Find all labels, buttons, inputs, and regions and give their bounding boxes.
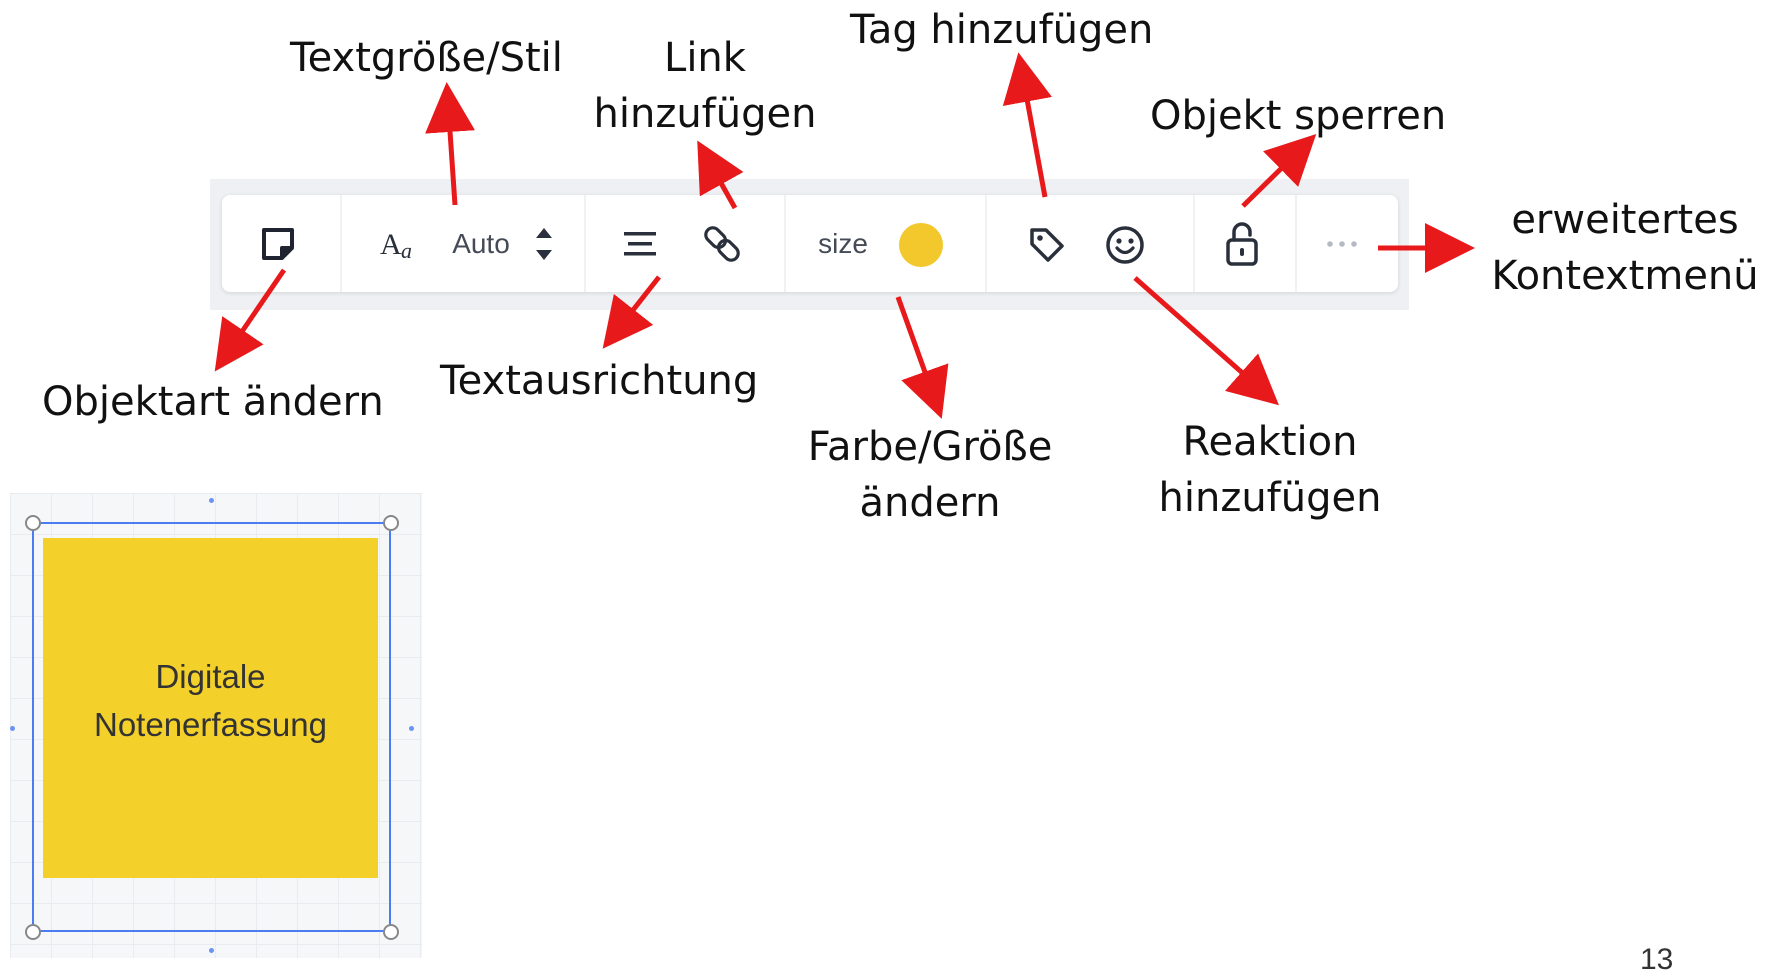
size-button[interactable]: size [812,224,874,264]
connector-dot-right[interactable] [409,726,414,731]
label-link-line1: Link [664,35,746,81]
stepper-icon [536,228,552,260]
unlock-icon [1226,222,1258,266]
svg-text:a: a [401,238,412,263]
label-textsize: Textgröße/Stil [290,35,563,81]
text-align-button[interactable] [618,224,662,264]
connector-dot-left[interactable] [10,726,15,731]
toolbar-separator [1295,195,1297,292]
add-reaction-button[interactable] [1102,222,1148,268]
label-link: Link hinzufügen [590,30,820,142]
tag-icon [1030,228,1064,262]
resize-handle-bottom-left[interactable] [25,924,41,940]
label-context-line1: erweitertes [1511,197,1739,243]
lock-object-button[interactable] [1220,216,1264,272]
label-text-align: Textausrichtung [440,358,759,404]
change-object-type-button[interactable] [252,218,304,270]
label-link-line2: hinzufügen [593,91,817,137]
label-context-line2: Kontextmenü [1491,253,1759,299]
more-options-button[interactable] [1322,230,1362,258]
label-reaction-line1: Reaktion [1182,419,1358,465]
resize-handle-top-left[interactable] [25,515,41,531]
text-style-icon: A a [380,228,412,263]
label-color-line1: Farbe/Größe [807,424,1053,470]
selection-box [32,522,391,932]
more-icon [1327,241,1357,247]
color-swatch [899,223,943,267]
toolbar-separator [584,195,586,292]
svg-text:A: A [380,228,402,261]
connector-dot-bottom[interactable] [209,948,214,953]
smiley-icon [1106,226,1144,264]
label-tag: Tag hinzufügen [850,7,1154,53]
link-icon [704,226,740,262]
resize-handle-bottom-right[interactable] [383,924,399,940]
toolbar-separator [784,195,786,292]
label-color-size: Farbe/Größe ändern [800,419,1060,531]
sticky-note-icon [262,228,294,260]
label-lock: Objekt sperren [1150,93,1447,139]
font-size-stepper[interactable] [530,214,558,274]
color-picker-button[interactable] [898,222,944,268]
add-link-button[interactable] [700,220,744,268]
label-reaction: Reaktion hinzufügen [1145,414,1395,526]
label-object-type: Objektart ändern [42,379,384,425]
resize-handle-top-right[interactable] [383,515,399,531]
connector-dot-top[interactable] [209,498,214,503]
arrow-color [895,296,949,419]
toolbar-separator [985,195,987,292]
toolbar-separator [1193,195,1195,292]
add-tag-button[interactable] [1024,222,1070,268]
text-style-button[interactable]: A a [378,222,428,266]
toolbar-separator [340,195,342,292]
font-size-value[interactable]: Auto [446,224,516,264]
page-number: 13 [1640,943,1674,976]
label-color-line2: ändern [859,480,1001,526]
label-reaction-line2: hinzufügen [1158,475,1382,521]
align-center-icon [624,232,656,256]
label-context-menu: erweitertes Kontextmenü [1485,192,1765,304]
